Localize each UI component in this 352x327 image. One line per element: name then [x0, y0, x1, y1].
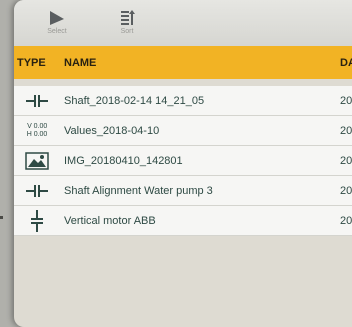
- select-arrow-icon: [50, 11, 64, 25]
- sort-icon: [121, 10, 135, 25]
- values-v-text: V 0.00: [27, 123, 48, 130]
- column-type[interactable]: TYPE: [17, 57, 46, 69]
- row-name: Shaft Alignment Water pump 3: [64, 185, 213, 197]
- row-date: 20: [340, 155, 352, 167]
- column-name[interactable]: NAME: [64, 57, 96, 69]
- table-header: TYPE NAME DA: [14, 46, 352, 79]
- measurement-panel: Select Sort TYPE NAME DA Shaft_2018-02-1…: [14, 0, 352, 327]
- values-icon: V 0.00 H 0.00: [24, 120, 50, 142]
- select-button[interactable]: Select: [37, 10, 77, 44]
- table-row[interactable]: Shaft Alignment Water pump 3 20: [14, 176, 352, 206]
- table-row[interactable]: IMG_20180410_142801 20: [14, 146, 352, 176]
- row-name: Vertical motor ABB: [64, 215, 156, 227]
- horizontal-shaft-icon: [24, 90, 50, 112]
- edge-marker: [0, 216, 3, 219]
- row-date: 20: [340, 95, 352, 107]
- select-label: Select: [47, 28, 67, 35]
- table-row[interactable]: Vertical motor ABB 20: [14, 206, 352, 236]
- image-icon: [24, 150, 50, 172]
- vertical-shaft-icon: [24, 210, 50, 232]
- values-h-text: H 0.00: [26, 131, 48, 138]
- row-date: 20: [340, 125, 352, 137]
- row-name: Values_2018-04-10: [64, 125, 160, 137]
- row-date: 20: [340, 185, 352, 197]
- table-row[interactable]: Shaft_2018-02-14 14_21_05 20: [14, 86, 352, 116]
- row-name: IMG_20180410_142801: [64, 155, 183, 167]
- horizontal-shaft-icon: [24, 180, 50, 202]
- column-date[interactable]: DA: [340, 57, 352, 69]
- sort-label: Sort: [120, 28, 134, 35]
- table-row[interactable]: V 0.00 H 0.00 Values_2018-04-10 20: [14, 116, 352, 146]
- toolbar: Select Sort: [14, 0, 352, 47]
- sort-button[interactable]: Sort: [107, 10, 147, 44]
- row-name: Shaft_2018-02-14 14_21_05: [64, 95, 205, 107]
- row-date: 20: [340, 215, 352, 227]
